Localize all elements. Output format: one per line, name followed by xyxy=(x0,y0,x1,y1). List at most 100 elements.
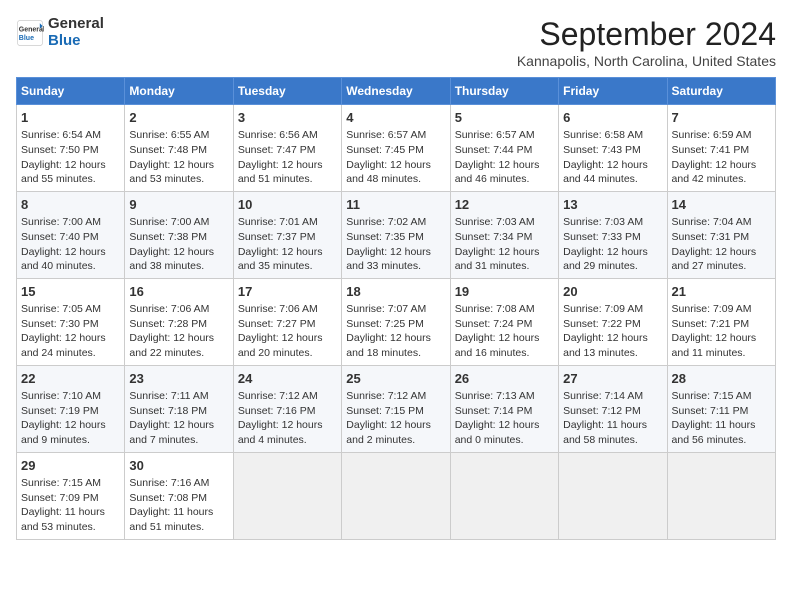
day-number: 14 xyxy=(672,196,771,214)
day-number: 8 xyxy=(21,196,120,214)
calendar-cell: 14Sunrise: 7:04 AMSunset: 7:31 PMDayligh… xyxy=(667,191,775,278)
daylight-text: Daylight: 12 hours and 22 minutes. xyxy=(129,332,214,359)
sunrise-text: Sunrise: 7:06 AM xyxy=(238,303,318,315)
day-number: 10 xyxy=(238,196,337,214)
calendar-cell: 4Sunrise: 6:57 AMSunset: 7:45 PMDaylight… xyxy=(342,105,450,192)
title-section: September 2024 Kannapolis, North Carolin… xyxy=(517,16,776,69)
sunset-text: Sunset: 7:38 PM xyxy=(129,231,207,243)
daylight-text: Daylight: 12 hours and 20 minutes. xyxy=(238,332,323,359)
calendar-cell: 7Sunrise: 6:59 AMSunset: 7:41 PMDaylight… xyxy=(667,105,775,192)
day-number: 15 xyxy=(21,283,120,301)
sunrise-text: Sunrise: 7:04 AM xyxy=(672,216,752,228)
sunset-text: Sunset: 7:47 PM xyxy=(238,144,316,156)
day-number: 27 xyxy=(563,370,662,388)
daylight-text: Daylight: 12 hours and 51 minutes. xyxy=(238,159,323,186)
sunrise-text: Sunrise: 6:55 AM xyxy=(129,129,209,141)
daylight-text: Daylight: 11 hours and 53 minutes. xyxy=(21,506,105,533)
day-number: 25 xyxy=(346,370,445,388)
daylight-text: Daylight: 12 hours and 38 minutes. xyxy=(129,246,214,273)
header-wednesday: Wednesday xyxy=(342,78,450,105)
sunset-text: Sunset: 7:09 PM xyxy=(21,492,99,504)
logo: General Blue General Blue xyxy=(16,16,104,49)
sunrise-text: Sunrise: 6:57 AM xyxy=(455,129,535,141)
day-number: 11 xyxy=(346,196,445,214)
calendar-cell xyxy=(450,452,558,539)
daylight-text: Daylight: 12 hours and 44 minutes. xyxy=(563,159,648,186)
calendar-cell: 18Sunrise: 7:07 AMSunset: 7:25 PMDayligh… xyxy=(342,278,450,365)
calendar-week-row: 15Sunrise: 7:05 AMSunset: 7:30 PMDayligh… xyxy=(17,278,776,365)
sunset-text: Sunset: 7:34 PM xyxy=(455,231,533,243)
daylight-text: Daylight: 12 hours and 11 minutes. xyxy=(672,332,757,359)
daylight-text: Daylight: 12 hours and 53 minutes. xyxy=(129,159,214,186)
calendar-cell: 12Sunrise: 7:03 AMSunset: 7:34 PMDayligh… xyxy=(450,191,558,278)
day-number: 16 xyxy=(129,283,228,301)
sunrise-text: Sunrise: 7:11 AM xyxy=(129,390,208,402)
sunset-text: Sunset: 7:43 PM xyxy=(563,144,641,156)
daylight-text: Daylight: 12 hours and 24 minutes. xyxy=(21,332,106,359)
page-subtitle: Kannapolis, North Carolina, United State… xyxy=(517,53,776,69)
calendar-cell: 10Sunrise: 7:01 AMSunset: 7:37 PMDayligh… xyxy=(233,191,341,278)
calendar-cell: 9Sunrise: 7:00 AMSunset: 7:38 PMDaylight… xyxy=(125,191,233,278)
sunset-text: Sunset: 7:44 PM xyxy=(455,144,533,156)
sunrise-text: Sunrise: 7:03 AM xyxy=(563,216,643,228)
daylight-text: Daylight: 12 hours and 4 minutes. xyxy=(238,419,323,446)
day-number: 26 xyxy=(455,370,554,388)
page-title: September 2024 xyxy=(517,16,776,53)
sunrise-text: Sunrise: 7:00 AM xyxy=(21,216,101,228)
calendar-cell: 17Sunrise: 7:06 AMSunset: 7:27 PMDayligh… xyxy=(233,278,341,365)
calendar-week-row: 29Sunrise: 7:15 AMSunset: 7:09 PMDayligh… xyxy=(17,452,776,539)
logo-general: General xyxy=(48,16,104,33)
calendar-cell: 15Sunrise: 7:05 AMSunset: 7:30 PMDayligh… xyxy=(17,278,125,365)
logo-blue: Blue xyxy=(48,33,104,50)
calendar-week-row: 1Sunrise: 6:54 AMSunset: 7:50 PMDaylight… xyxy=(17,105,776,192)
calendar-cell: 5Sunrise: 6:57 AMSunset: 7:44 PMDaylight… xyxy=(450,105,558,192)
calendar-header-row: Sunday Monday Tuesday Wednesday Thursday… xyxy=(17,78,776,105)
sunrise-text: Sunrise: 7:05 AM xyxy=(21,303,101,315)
header-sunday: Sunday xyxy=(17,78,125,105)
calendar-cell: 19Sunrise: 7:08 AMSunset: 7:24 PMDayligh… xyxy=(450,278,558,365)
day-number: 5 xyxy=(455,109,554,127)
daylight-text: Daylight: 12 hours and 31 minutes. xyxy=(455,246,540,273)
day-number: 23 xyxy=(129,370,228,388)
calendar-cell: 24Sunrise: 7:12 AMSunset: 7:16 PMDayligh… xyxy=(233,365,341,452)
calendar-cell: 26Sunrise: 7:13 AMSunset: 7:14 PMDayligh… xyxy=(450,365,558,452)
sunset-text: Sunset: 7:12 PM xyxy=(563,405,641,417)
day-number: 22 xyxy=(21,370,120,388)
day-number: 24 xyxy=(238,370,337,388)
logo-icon: General Blue xyxy=(16,19,44,47)
sunrise-text: Sunrise: 7:03 AM xyxy=(455,216,535,228)
calendar-cell xyxy=(559,452,667,539)
daylight-text: Daylight: 12 hours and 35 minutes. xyxy=(238,246,323,273)
sunset-text: Sunset: 7:27 PM xyxy=(238,318,316,330)
calendar-cell: 27Sunrise: 7:14 AMSunset: 7:12 PMDayligh… xyxy=(559,365,667,452)
daylight-text: Daylight: 12 hours and 2 minutes. xyxy=(346,419,431,446)
sunset-text: Sunset: 7:31 PM xyxy=(672,231,750,243)
sunrise-text: Sunrise: 7:15 AM xyxy=(21,477,101,489)
calendar-cell xyxy=(233,452,341,539)
logo-text: General Blue xyxy=(48,16,104,49)
sunset-text: Sunset: 7:35 PM xyxy=(346,231,424,243)
calendar-cell xyxy=(342,452,450,539)
daylight-text: Daylight: 12 hours and 33 minutes. xyxy=(346,246,431,273)
sunrise-text: Sunrise: 7:12 AM xyxy=(346,390,426,402)
sunrise-text: Sunrise: 7:13 AM xyxy=(455,390,535,402)
calendar-cell: 21Sunrise: 7:09 AMSunset: 7:21 PMDayligh… xyxy=(667,278,775,365)
calendar-cell: 22Sunrise: 7:10 AMSunset: 7:19 PMDayligh… xyxy=(17,365,125,452)
day-number: 7 xyxy=(672,109,771,127)
sunset-text: Sunset: 7:41 PM xyxy=(672,144,750,156)
sunset-text: Sunset: 7:22 PM xyxy=(563,318,641,330)
sunrise-text: Sunrise: 7:09 AM xyxy=(672,303,752,315)
day-number: 2 xyxy=(129,109,228,127)
daylight-text: Daylight: 11 hours and 58 minutes. xyxy=(563,419,647,446)
sunset-text: Sunset: 7:08 PM xyxy=(129,492,207,504)
daylight-text: Daylight: 12 hours and 7 minutes. xyxy=(129,419,214,446)
calendar-cell: 28Sunrise: 7:15 AMSunset: 7:11 PMDayligh… xyxy=(667,365,775,452)
calendar-cell: 30Sunrise: 7:16 AMSunset: 7:08 PMDayligh… xyxy=(125,452,233,539)
daylight-text: Daylight: 12 hours and 42 minutes. xyxy=(672,159,757,186)
day-number: 9 xyxy=(129,196,228,214)
sunset-text: Sunset: 7:19 PM xyxy=(21,405,99,417)
sunset-text: Sunset: 7:18 PM xyxy=(129,405,207,417)
calendar-cell: 11Sunrise: 7:02 AMSunset: 7:35 PMDayligh… xyxy=(342,191,450,278)
day-number: 13 xyxy=(563,196,662,214)
day-number: 28 xyxy=(672,370,771,388)
